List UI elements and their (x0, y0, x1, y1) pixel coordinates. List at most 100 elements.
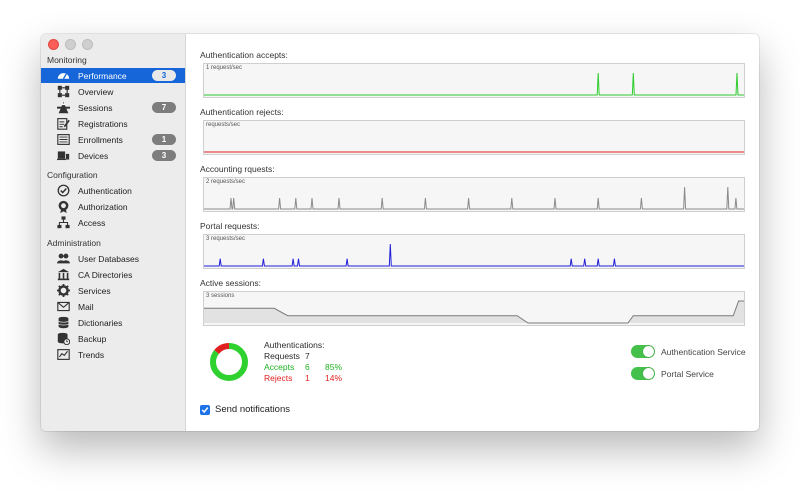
requests-value: 7 (305, 351, 310, 361)
count-badge: 3 (152, 70, 176, 81)
graph-caption: 3 sessions (206, 293, 235, 299)
sidebar-item-label: Overview (78, 86, 114, 97)
users-icon (57, 252, 70, 265)
sidebar-item-ca-directories[interactable]: CA Directories (41, 267, 185, 282)
graph-label-auth-accepts: Authentication accepts: (200, 50, 288, 60)
people-icon (57, 101, 70, 114)
sidebar-item-overview[interactable]: Overview (41, 84, 185, 99)
sidebar-item-label: Access (78, 217, 106, 228)
graph-caption: requests/sec (206, 122, 241, 128)
sidebar-item-dictionaries[interactable]: Dictionaries (41, 315, 185, 330)
graph-plot (204, 186, 744, 210)
gear-icon (57, 284, 70, 297)
graph-label-auth-rejects: Authentication rejects: (200, 107, 284, 117)
book-icon (57, 316, 70, 329)
app-window: Monitoring Performance 3 Overview Sessio… (41, 34, 759, 431)
send-notifications[interactable]: Send notifications (200, 404, 290, 415)
sidebar-item-label: Dictionaries (78, 317, 123, 328)
graph-plot (204, 151, 744, 153)
devices-icon (57, 149, 70, 162)
sidebar-item-authentication[interactable]: Authentication (41, 183, 185, 198)
graph-label-portal-requests: Portal requests: (200, 221, 260, 231)
rejects-label: Rejects (264, 373, 293, 383)
sidebar-item-label: Sessions (78, 102, 113, 113)
portal-service-label: Portal Service (661, 368, 714, 379)
close-button[interactable] (48, 39, 59, 50)
sidebar-item-label: Devices (78, 150, 109, 161)
requests-label: Requests (264, 351, 300, 361)
database-icon (57, 332, 70, 345)
send-notifications-label: Send notifications (215, 404, 290, 415)
sidebar-item-label: Mail (78, 301, 94, 312)
summary-row-accepts: Accepts 6 85% (264, 362, 342, 373)
sidebar-item-label: Registrations (78, 118, 128, 129)
sidebar-item-user-databases[interactable]: User Databases (41, 251, 185, 266)
main-panel: Authentication accepts: 1 request/sec Au… (186, 34, 759, 431)
rejects-percent: 14% (325, 373, 343, 383)
window-controls (48, 39, 99, 50)
trend-chart-icon (57, 348, 70, 361)
service-portal: Portal Service (631, 367, 714, 380)
sidebar-item-label: Performance (78, 70, 127, 81)
graph-line (204, 186, 744, 210)
mail-icon (57, 300, 70, 313)
graph-caption: 1 request/sec (206, 65, 243, 71)
accepts-label: Accepts (264, 362, 295, 372)
zoom-button[interactable] (82, 39, 93, 50)
toggle-knob (643, 346, 654, 357)
sidebar-item-label: Trends (78, 349, 105, 360)
summary-title: Authentications: (264, 340, 325, 350)
edit-icon (57, 117, 70, 130)
network-icon (57, 85, 70, 98)
graph-accounting-requests: 2 requests/sec (203, 177, 745, 212)
sidebar-section-monitoring: Monitoring (47, 55, 87, 65)
bank-icon (57, 268, 70, 281)
sidebar-item-devices[interactable]: Devices 3 (41, 148, 185, 163)
toggle-knob (643, 368, 654, 379)
gauge-icon (57, 69, 70, 82)
sidebar-item-access[interactable]: Access (41, 215, 185, 230)
send-notifications-checkbox[interactable] (200, 404, 210, 415)
accepts-percent: 85% (325, 362, 343, 372)
accepts-value: 6 (305, 362, 310, 372)
sidebar-item-label: Backup (78, 333, 107, 344)
sidebar-item-trends[interactable]: Trends (41, 347, 185, 362)
rejects-value: 1 (305, 373, 310, 383)
graph-label-active-sessions: Active sessions: (200, 278, 261, 288)
sidebar-item-label: Enrollments (78, 134, 123, 145)
sidebar-item-label: Authorization (78, 201, 128, 212)
sidebar-item-sessions[interactable]: Sessions 7 (41, 100, 185, 115)
sidebar-item-performance[interactable]: Performance 3 (41, 68, 185, 83)
summary-row-rejects: Rejects 1 14% (264, 373, 342, 384)
checkmark-icon (201, 406, 209, 413)
sidebar-item-label: CA Directories (78, 269, 133, 280)
graph-line (204, 72, 744, 96)
graph-auth-rejects: requests/sec (203, 120, 745, 155)
authentication-service-label: Authentication Service (661, 346, 746, 357)
list-icon (57, 133, 70, 146)
graph-portal-requests: 3 requests/sec (203, 234, 745, 269)
authentications-donut-chart (210, 343, 248, 381)
hierarchy-icon (57, 216, 70, 229)
sidebar-item-enrollments[interactable]: Enrollments 1 (41, 132, 185, 147)
sidebar-item-backup[interactable]: Backup (41, 331, 185, 346)
sidebar-item-registrations[interactable]: Registrations (41, 116, 185, 131)
graph-plot (204, 72, 744, 96)
graph-label-accounting-requests: Accounting rquests: (200, 164, 275, 174)
badge-icon (57, 200, 70, 213)
sidebar-item-label: User Databases (78, 253, 139, 264)
count-badge: 1 (152, 134, 176, 145)
authentication-service-toggle[interactable] (631, 345, 655, 358)
sidebar-item-services[interactable]: Services (41, 283, 185, 298)
sidebar-item-mail[interactable]: Mail (41, 299, 185, 314)
sidebar-item-label: Authentication (78, 185, 132, 196)
portal-service-toggle[interactable] (631, 367, 655, 380)
sidebar-item-authorization[interactable]: Authorization (41, 199, 185, 214)
sidebar-section-configuration: Configuration (47, 170, 98, 180)
graph-line (204, 243, 744, 267)
authentications-summary: Authentications: Requests 7 Accepts 6 85… (264, 340, 342, 384)
minimize-button[interactable] (65, 39, 76, 50)
sidebar: Monitoring Performance 3 Overview Sessio… (41, 34, 186, 431)
graph-caption: 3 requests/sec (206, 236, 246, 242)
check-circle-icon (57, 184, 70, 197)
